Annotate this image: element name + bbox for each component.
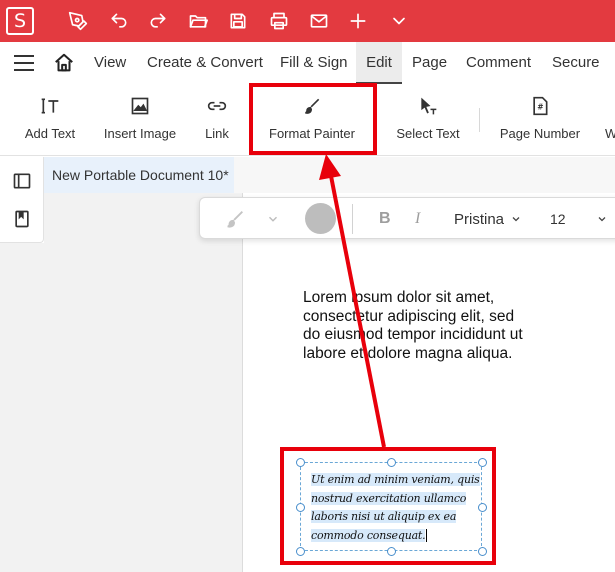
menu-secure[interactable]: Secure: [552, 42, 600, 84]
cursor-text-icon: [413, 84, 443, 120]
insert-image-button[interactable]: Insert Image: [100, 84, 180, 156]
menu-edit[interactable]: Edit: [356, 42, 402, 84]
size-dropdown-chevron-icon: [598, 217, 606, 222]
bold-icon[interactable]: B: [379, 208, 391, 230]
workspace-background-left: [0, 243, 242, 572]
document-tab[interactable]: New Portable Document 10*: [44, 157, 234, 193]
add-text-icon: [35, 84, 65, 120]
svg-text:#: #: [537, 102, 543, 111]
chevron-down-icon[interactable]: [385, 7, 413, 35]
print-icon[interactable]: [265, 7, 293, 35]
font-dropdown-chevron-icon: [512, 217, 520, 222]
side-panel: [0, 157, 44, 243]
menu-fill-sign[interactable]: Fill & Sign: [280, 42, 348, 84]
menu-bar: View Create & Convert Fill & Sign Edit P…: [0, 42, 615, 84]
document-tab-title: New Portable Document 10*: [52, 167, 229, 183]
watermark-button-cut[interactable]: W: [605, 84, 615, 156]
text-format-toolbar: B I Pristina 12: [199, 197, 615, 239]
save-icon[interactable]: [224, 7, 252, 35]
page-number-icon: #: [525, 84, 555, 120]
select-text-button[interactable]: Select Text: [392, 84, 464, 156]
lorem-paragraph[interactable]: Lorem ipsum dolor sit amet, consectetur …: [303, 289, 553, 363]
open-folder-icon[interactable]: [184, 7, 212, 35]
annotation-box-text: [280, 447, 496, 565]
image-icon: [125, 84, 155, 120]
annotation-box-format-painter: [249, 83, 377, 155]
tab-strip: [234, 157, 615, 193]
menu-comment[interactable]: Comment: [466, 42, 531, 84]
menu-create-convert[interactable]: Create & Convert: [147, 42, 263, 84]
bookmark-icon[interactable]: [12, 209, 32, 229]
pen-icon[interactable]: [64, 7, 92, 35]
link-icon: [202, 84, 232, 120]
title-bar: S: [0, 0, 615, 42]
italic-icon[interactable]: I: [415, 208, 420, 230]
link-button[interactable]: Link: [197, 84, 237, 156]
highlight-pen-icon[interactable]: [224, 208, 246, 230]
plus-icon[interactable]: [344, 7, 372, 35]
highlight-dropdown-chevron-icon[interactable]: [266, 208, 280, 230]
home-icon[interactable]: [53, 52, 75, 74]
font-family-select[interactable]: Pristina: [454, 208, 522, 230]
undo-icon[interactable]: [105, 7, 133, 35]
toolbar-separator: [352, 204, 353, 234]
menu-page[interactable]: Page: [412, 42, 447, 84]
text-color-swatch[interactable]: [305, 203, 336, 234]
add-text-button[interactable]: Add Text: [20, 84, 80, 156]
app-logo[interactable]: S: [6, 7, 34, 35]
page-number-button[interactable]: # Page Number: [497, 84, 583, 156]
hamburger-menu-icon[interactable]: [14, 55, 34, 71]
mail-icon[interactable]: [305, 7, 333, 35]
sidebar-toggle-icon[interactable]: [12, 171, 32, 191]
menu-view[interactable]: View: [94, 42, 126, 84]
font-size-select[interactable]: 12: [550, 208, 608, 230]
redo-icon[interactable]: [144, 7, 172, 35]
ribbon-separator: [479, 108, 480, 132]
